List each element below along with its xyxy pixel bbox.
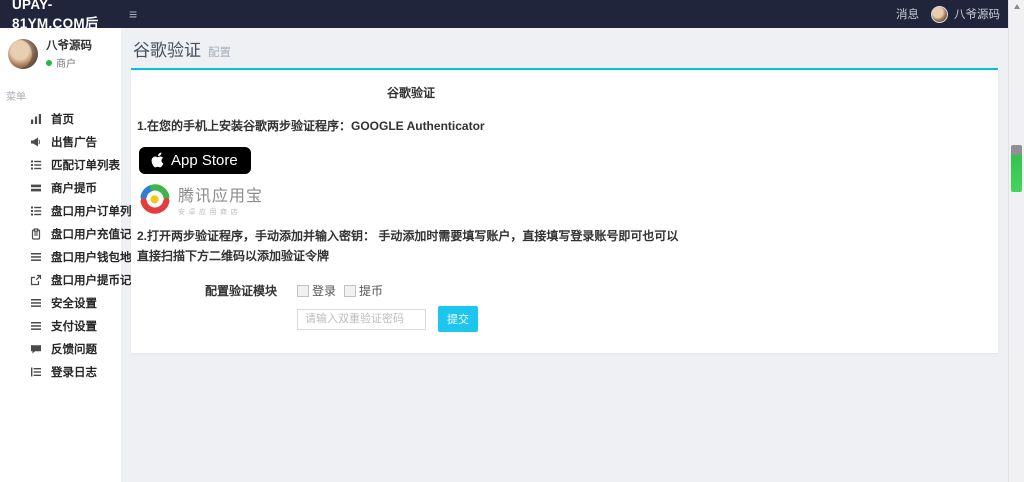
sidebar-item[interactable]: 商户提币 [0, 176, 121, 199]
lines-icon [30, 251, 42, 263]
megaphone-icon [30, 136, 42, 148]
sidebar-item[interactable]: 盘口用户提币记录 [0, 268, 143, 291]
step1-instruction: 1.在您的手机上安装谷歌两步验证程序：GOOGLE Authenticator [137, 119, 485, 133]
module-label: 配置验证模块 [204, 284, 277, 299]
navbar-right: 消息 八爷源码 [896, 5, 1024, 23]
module-checkbox-group: 提币 [344, 282, 391, 299]
module-checkboxes: 登录 提币 [297, 282, 391, 299]
checkbox[interactable] [344, 284, 357, 297]
scroll-up-icon [1013, 4, 1020, 9]
scroll-up-button[interactable] [1009, 0, 1024, 13]
tencent-myapp-subtitle: 安卓应用商店 [178, 208, 241, 216]
main-content: 谷歌验证 配置 谷歌验证 1.在您的手机上安装谷歌两步验证程序：GOOGLE A… [121, 28, 1008, 482]
two-factor-password-input[interactable] [297, 308, 426, 330]
module-row: 配置验证模块 登录 提币 [137, 282, 685, 299]
sidebar-item[interactable]: 反馈问题 [0, 337, 121, 360]
page-header: 谷歌验证 配置 [121, 28, 1008, 68]
page-title: 谷歌验证 [133, 41, 201, 60]
sidebar-user-role-label: 商户 [56, 59, 76, 70]
external-link-icon [30, 274, 42, 286]
app-store-badge[interactable]: App Store [139, 146, 251, 174]
sidebar-user-panel[interactable]: 八爷源码 商户 [0, 28, 121, 76]
bars-icon [30, 182, 42, 194]
navbar-username: 八爷源码 [954, 9, 1000, 21]
clipboard-icon [30, 227, 42, 240]
sidebar-item[interactable]: 安全设置 [0, 291, 121, 314]
password-row: 提交 [137, 306, 685, 333]
sidebar-item[interactable]: 盘口用户订单列表 [0, 199, 143, 222]
auth-config-form: 配置验证模块 登录 提币 提交 [137, 282, 685, 333]
brand-title: UPAY-81YM.COM后 [12, 0, 99, 31]
google-auth-card: 谷歌验证 1.在您的手机上安装谷歌两步验证程序：GOOGLE Authentic… [131, 68, 998, 354]
checkbox[interactable] [297, 284, 309, 297]
sidebar-item[interactable]: 出售广告 [0, 130, 121, 153]
top-navbar: UPAY-81YM.COM后 ≡ 消息 八爷源码 [0, 0, 1024, 31]
submit-button[interactable]: 提交 [438, 306, 478, 333]
list-icon [30, 159, 42, 171]
bar-chart-icon [30, 113, 42, 125]
page-subtitle: 配置 [208, 47, 231, 59]
tencent-myapp-name: 腾讯应用宝 [178, 187, 264, 205]
avatar [931, 5, 948, 23]
avatar [8, 38, 38, 69]
sidebar-item[interactable]: 盘口用户钱包地址 [0, 245, 143, 268]
scrollbar-thumb[interactable] [1011, 145, 1022, 192]
messages-link[interactable]: 消息 [896, 6, 919, 22]
module-checkbox-group: 登录 [297, 282, 344, 299]
user-menu[interactable]: 八爷源码 [931, 5, 1000, 23]
sidebar-user-name: 八爷源码 [46, 40, 92, 52]
sidebar-item[interactable]: 首页 [0, 107, 121, 130]
comment-icon [30, 343, 42, 355]
sidebar-nav: 首页 出售广告 匹配订单列表 商户提币 盘口用户订单列表 盘口用户充值记录 盘口… [0, 107, 143, 383]
browser-scrollbar[interactable] [1008, 0, 1024, 482]
tencent-myapp-badge[interactable]: 腾讯应用宝 安卓应用商店 [139, 182, 685, 217]
step2-instruction: 2.打开两步验证程序，手动添加并输入密钥： 手动添加时需要填写账户，直接填写登录… [137, 228, 679, 263]
log-icon [30, 366, 42, 378]
card-heading: 谷歌验证 [386, 86, 435, 100]
online-status-dot [46, 59, 52, 66]
app-store-label: App Store [171, 151, 238, 169]
sidebar-item[interactable]: 匹配订单列表 [0, 153, 121, 176]
lines-icon [30, 297, 42, 309]
sidebar-item[interactable]: 支付设置 [0, 314, 121, 337]
sidebar-section-label: 菜单 [6, 92, 26, 103]
list-icon [30, 205, 42, 217]
sidebar-item[interactable]: 盘口用户充值记录 [0, 222, 143, 245]
hamburger-menu-icon[interactable]: ≡ [129, 7, 137, 21]
apple-icon [149, 151, 164, 169]
sidebar-user-role: 商户 [46, 55, 92, 70]
sidebar: 八爷源码 商户 菜单 首页 出售广告 匹配订单列表 商户提币 盘口用户订单列表 … [0, 28, 143, 482]
sidebar-item[interactable]: 登录日志 [0, 360, 121, 383]
tencent-myapp-logo-icon [139, 183, 171, 215]
lines-icon [30, 320, 42, 332]
